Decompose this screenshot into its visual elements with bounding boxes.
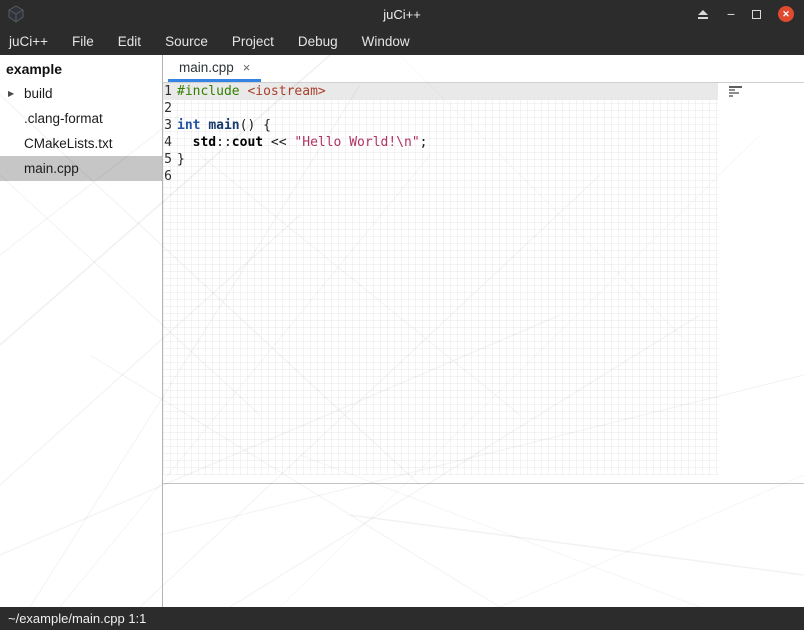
tree-item-label: build bbox=[20, 81, 53, 106]
tree-items: ▶build.clang-formatCMakeLists.txtmain.cp… bbox=[0, 81, 162, 181]
status-bar: ~/example/main.cpp 1:1 bbox=[0, 607, 804, 630]
code-text: } bbox=[176, 151, 185, 168]
menu-item-edit[interactable]: Edit bbox=[106, 28, 153, 55]
file-tree-panel: example ▶build.clang-formatCMakeLists.tx… bbox=[0, 55, 163, 607]
code-editor[interactable]: 1#include <iostream>23int main() {4 std:… bbox=[163, 83, 804, 483]
code-line-3[interactable]: 3int main() { bbox=[163, 117, 718, 134]
output-panel bbox=[163, 483, 804, 607]
tree-item-build[interactable]: ▶build bbox=[0, 81, 162, 106]
close-button[interactable]: ✕ bbox=[778, 6, 794, 22]
code-line-2[interactable]: 2 bbox=[163, 100, 718, 117]
line-number: 2 bbox=[163, 100, 176, 117]
minimap-mark bbox=[729, 86, 742, 88]
code-line-4[interactable]: 4 std::cout << "Hello World!\n"; bbox=[163, 134, 718, 151]
tab-bar: main.cpp × bbox=[163, 55, 804, 83]
editor-column: main.cpp × 1#include <iostream>23int mai… bbox=[163, 55, 804, 607]
line-number: 5 bbox=[163, 151, 176, 168]
line-number: 3 bbox=[163, 117, 176, 134]
minimize-icon: − bbox=[727, 7, 735, 21]
menu-item-file[interactable]: File bbox=[60, 28, 106, 55]
window-title: juCi++ bbox=[0, 7, 804, 22]
menu-item-juci[interactable]: juCi++ bbox=[2, 28, 60, 55]
code-line-5[interactable]: 5} bbox=[163, 151, 718, 168]
minimize-button[interactable]: − bbox=[727, 7, 735, 21]
menu-item-window[interactable]: Window bbox=[350, 28, 422, 55]
minimap-mark bbox=[729, 92, 739, 94]
tab-close-icon[interactable]: × bbox=[243, 60, 251, 75]
code-lines: 1#include <iostream>23int main() {4 std:… bbox=[163, 83, 718, 185]
close-icon: ✕ bbox=[782, 6, 790, 22]
menu-item-debug[interactable]: Debug bbox=[286, 28, 350, 55]
tree-item-label: .clang-format bbox=[0, 106, 103, 131]
restore-icon bbox=[752, 10, 761, 19]
title-bar: juCi++ − ✕ bbox=[0, 0, 804, 28]
status-file-path: ~/example/main.cpp 1:1 bbox=[8, 611, 146, 626]
tree-root-folder[interactable]: example bbox=[0, 57, 162, 81]
app-window: juCi++ − ✕ juCi++FileEditSourceProjectDe… bbox=[0, 0, 804, 630]
code-text: int main() { bbox=[176, 117, 271, 134]
minimap[interactable] bbox=[729, 86, 744, 98]
tree-item-label: main.cpp bbox=[0, 156, 79, 181]
line-number: 4 bbox=[163, 134, 176, 151]
menu-bar: juCi++FileEditSourceProjectDebugWindow bbox=[0, 28, 804, 55]
tab-main-cpp[interactable]: main.cpp × bbox=[168, 55, 261, 82]
tree-item-main-cpp[interactable]: main.cpp bbox=[0, 156, 162, 181]
code-text bbox=[176, 168, 177, 185]
eject-button[interactable] bbox=[697, 10, 710, 19]
tree-item-label: CMakeLists.txt bbox=[0, 131, 113, 156]
restore-button[interactable] bbox=[752, 10, 761, 19]
line-number: 1 bbox=[163, 83, 176, 100]
code-text: std::cout << "Hello World!\n"; bbox=[176, 134, 427, 151]
tree-item-clang-format[interactable]: .clang-format bbox=[0, 106, 162, 131]
expander-icon[interactable]: ▶ bbox=[8, 81, 20, 106]
code-line-6[interactable]: 6 bbox=[163, 168, 718, 185]
code-text bbox=[176, 100, 177, 117]
code-line-1[interactable]: 1#include <iostream> bbox=[163, 83, 718, 100]
menu-item-project[interactable]: Project bbox=[220, 28, 286, 55]
tree-item-cmakelists-txt[interactable]: CMakeLists.txt bbox=[0, 131, 162, 156]
tab-label: main.cpp bbox=[179, 60, 234, 75]
line-number: 6 bbox=[163, 168, 176, 185]
code-text: #include <iostream> bbox=[176, 83, 326, 100]
content-area: example ▶build.clang-formatCMakeLists.tx… bbox=[0, 55, 804, 607]
minimap-mark bbox=[729, 95, 733, 97]
minimap-mark bbox=[729, 89, 735, 91]
eject-icon bbox=[697, 10, 710, 19]
menu-item-source[interactable]: Source bbox=[153, 28, 220, 55]
window-controls: − ✕ bbox=[697, 0, 794, 28]
